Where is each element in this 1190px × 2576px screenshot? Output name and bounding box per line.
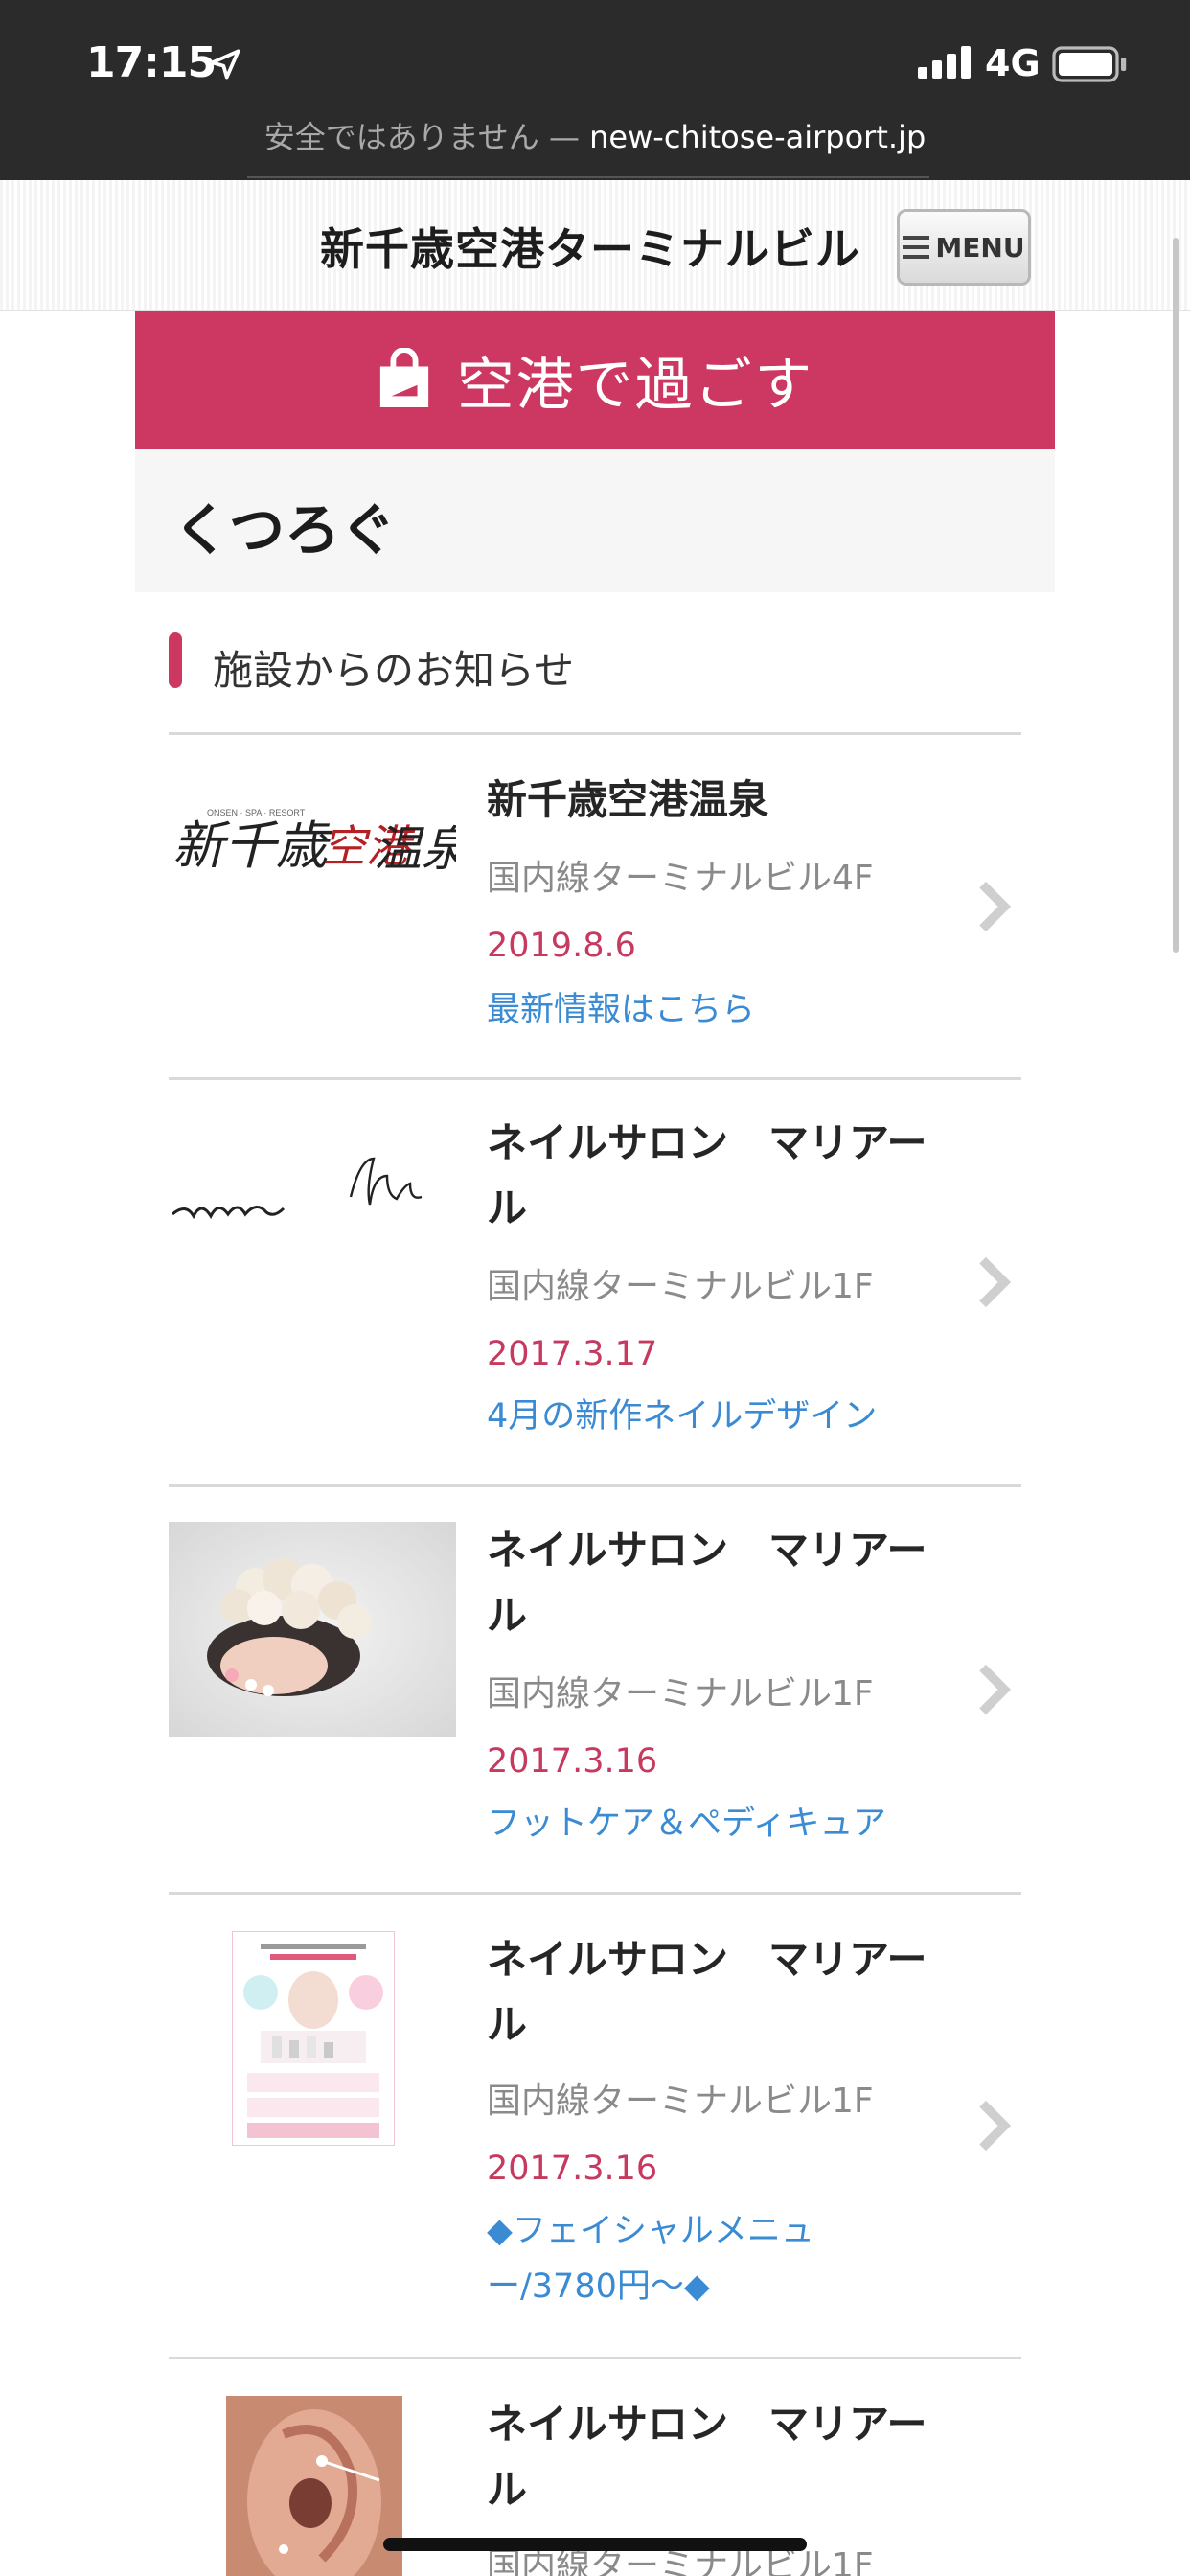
news-date: 2017.3.16 (487, 1742, 658, 1781)
cellular-signal-icon (918, 46, 971, 79)
news-date: 2019.8.6 (487, 927, 636, 965)
address-bar[interactable]: 安全ではありません — new-chitose-airport.jp (0, 113, 1190, 157)
facility-name: ネイルサロン マリアール (487, 2401, 927, 2513)
svg-text:新千歳: 新千歳 (172, 817, 333, 875)
list-item[interactable]: ネイルサロン マリアール 国内線ターミナルビル1F 2017.3.16 フットケ… (169, 1487, 1021, 1892)
section-title: 施設からのお知らせ (213, 647, 575, 694)
svg-text:温泉: 温泉 (374, 822, 456, 876)
news-link[interactable]: 最新情報はこちら (487, 982, 889, 1038)
facility-name: ネイルサロン マリアール (487, 1119, 927, 1231)
location-arrow-icon (210, 49, 240, 80)
chevron-right-icon (979, 1664, 1012, 1715)
chevron-right-icon (979, 881, 1012, 932)
security-warning: 安全ではありません — (263, 119, 580, 155)
facility-location: 国内線ターミナルビル1F (487, 2082, 874, 2121)
svg-text:ONSEN · SPA · RESORT: ONSEN · SPA · RESORT (207, 808, 306, 817)
list-item[interactable]: ネイルサロン マリアール 国内線ターミナルビル1F 2017.3.16 ◆フェイ… (169, 1895, 1021, 2357)
status-time: 17:15 (86, 38, 217, 87)
news-date: 2017.3.17 (487, 1335, 658, 1373)
facility-name: ネイルサロン マリアール (487, 1936, 927, 2048)
onsen-logo-thumbnail: 新千歳 空港 温泉 ONSEN · SPA · RESORT (169, 781, 456, 896)
home-indicator[interactable] (383, 2538, 807, 2551)
chevron-right-icon (979, 1256, 1012, 1308)
facility-name: ネイルサロン マリアール (487, 1527, 927, 1639)
menu-button[interactable]: MENU (897, 209, 1031, 286)
facility-location: 国内線ターミナルビル1F (487, 1674, 874, 1714)
site-title[interactable]: 新千歳空港ターミナルビル (320, 215, 860, 278)
facility-location: 国内線ターミナルビル1F (487, 1267, 874, 1306)
scrollbar[interactable] (1173, 238, 1179, 953)
menu-label: MENU (935, 231, 1025, 264)
facial-flyer-thumbnail (232, 1931, 395, 2146)
news-link[interactable]: ◆フェイシャルメニュー/3780円〜◆ (487, 2203, 889, 2314)
category-banner[interactable]: 空港で過ごす (135, 310, 1055, 448)
url-domain: new-chitose-airport.jp (589, 119, 927, 155)
section-marker (169, 632, 182, 688)
news-list: 新千歳 空港 温泉 ONSEN · SPA · RESORT 新千歳空港温泉 国… (169, 732, 1021, 2576)
facility-name: 新千歳空港温泉 (487, 776, 769, 823)
shopping-bag-icon (379, 348, 428, 407)
banner-label: 空港で過ごす (456, 351, 814, 419)
hamburger-icon (903, 236, 930, 259)
battery-icon (1052, 46, 1127, 82)
site-header: 新千歳空港ターミナルビル MENU (0, 180, 1190, 310)
news-link[interactable]: 4月の新作ネイルデザイン (487, 1389, 889, 1444)
news-link[interactable]: フットケア＆ペディキュア (487, 1796, 889, 1852)
network-type: 4G (985, 42, 1041, 84)
browser-status-bar: 17:15 4G 安全ではありません — new-chitose-airport… (0, 0, 1190, 180)
address-bar-divider (247, 176, 929, 178)
list-item[interactable]: ネイルサロン マリアール 国内線ターミナルビル1F 2017.3.17 4月の新… (169, 1080, 1021, 1484)
pedicure-photo-thumbnail (169, 1522, 456, 1736)
chevron-right-icon (979, 2100, 1012, 2151)
category-title: くつろぐ (173, 497, 397, 563)
category-heading: くつろぐ (135, 448, 1055, 592)
news-date: 2017.3.16 (487, 2150, 658, 2188)
list-item[interactable]: 新千歳 空港 温泉 ONSEN · SPA · RESORT 新千歳空港温泉 国… (169, 735, 1021, 1077)
ear-photo-thumbnail (226, 2396, 402, 2576)
mari-art-logo-thumbnail (169, 1138, 456, 1243)
facility-location: 国内線ターミナルビル4F (487, 859, 874, 898)
